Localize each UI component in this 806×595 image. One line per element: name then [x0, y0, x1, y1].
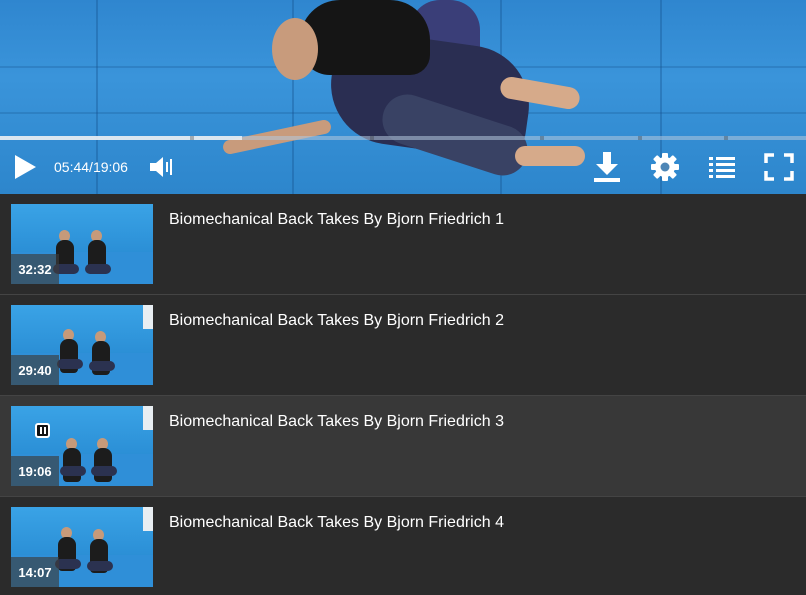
current-time: 05:44 — [54, 159, 90, 175]
fullscreen-button[interactable] — [764, 153, 794, 181]
thumbnail-figure — [63, 448, 81, 482]
video-title[interactable]: Biomechanical Back Takes By Bjorn Friedr… — [169, 413, 504, 486]
thumbnail-scene — [11, 204, 153, 252]
thumbnail-figure — [57, 359, 83, 369]
video-figure — [300, 0, 430, 75]
duration-badge: 19:06 — [11, 456, 59, 486]
video-figure — [272, 18, 318, 80]
download-button[interactable] — [592, 151, 622, 183]
time-display: 05:44/19:06 — [54, 159, 128, 175]
thumbnail-scene — [143, 507, 153, 531]
control-bar: 05:44/19:06 — [0, 140, 806, 194]
playlist-button[interactable] — [708, 155, 736, 179]
thumbnail-figure — [60, 466, 86, 476]
gear-icon — [651, 153, 679, 181]
download-icon — [594, 152, 620, 182]
settings-button[interactable] — [650, 152, 680, 182]
pause-icon — [35, 423, 50, 438]
play-button[interactable] — [12, 153, 38, 181]
play-icon — [15, 155, 36, 179]
playlist-item[interactable]: 29:40 Biomechanical Back Takes By Bjorn … — [0, 295, 806, 396]
thumbnail-scene — [143, 406, 153, 430]
thumbnail-scene — [11, 507, 153, 555]
fullscreen-icon — [764, 153, 794, 181]
volume-icon — [149, 157, 172, 177]
playlist-item[interactable]: 14:07 Biomechanical Back Takes By Bjorn … — [0, 497, 806, 595]
right-controls — [592, 151, 794, 183]
thumbnail-scene — [143, 305, 153, 329]
video-player[interactable]: 05:44/19:06 — [0, 0, 806, 194]
total-time: 19:06 — [92, 159, 128, 175]
thumbnail-scene — [11, 406, 153, 454]
video-title[interactable]: Biomechanical Back Takes By Bjorn Friedr… — [169, 514, 504, 587]
video-title[interactable]: Biomechanical Back Takes By Bjorn Friedr… — [169, 312, 504, 385]
playlist-item[interactable]: 32:32 Biomechanical Back Takes By Bjorn … — [0, 194, 806, 295]
thumbnail-figure — [87, 561, 113, 571]
thumbnail-scene — [11, 305, 153, 353]
video-thumbnail[interactable]: 14:07 — [11, 507, 153, 587]
thumbnail-figure — [89, 361, 115, 371]
video-thumbnail[interactable]: 29:40 — [11, 305, 153, 385]
playlist: 32:32 Biomechanical Back Takes By Bjorn … — [0, 194, 806, 595]
duration-badge: 14:07 — [11, 557, 59, 587]
thumbnail-figure — [85, 264, 111, 274]
volume-button[interactable] — [148, 154, 176, 180]
duration-badge: 29:40 — [11, 355, 59, 385]
list-icon — [709, 157, 735, 178]
video-thumbnail[interactable]: 19:06 — [11, 406, 153, 486]
thumbnail-figure — [94, 448, 112, 482]
thumbnail-figure — [91, 466, 117, 476]
playlist-item-active[interactable]: 19:06 Biomechanical Back Takes By Bjorn … — [0, 396, 806, 497]
video-thumbnail[interactable]: 32:32 — [11, 204, 153, 284]
video-title[interactable]: Biomechanical Back Takes By Bjorn Friedr… — [169, 211, 504, 284]
duration-badge: 32:32 — [11, 254, 59, 284]
